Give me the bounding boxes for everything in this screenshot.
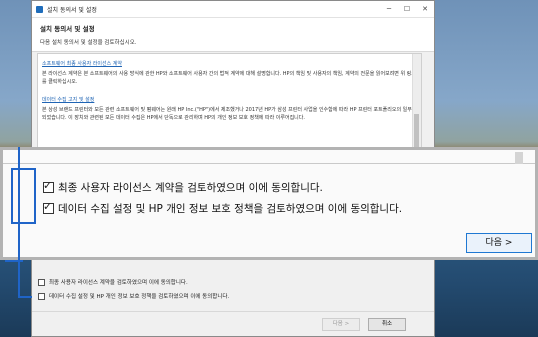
eula-description: 본 라이선스 계약은 본 소프트웨어의 사용 방식에 관한 HP와 소프트웨어 … — [42, 71, 416, 85]
app-icon — [36, 5, 43, 13]
eula-checkbox-small[interactable]: 최종 사용자 라이선스 계약을 검토하였으며 이에 동의합니다. — [38, 278, 229, 286]
next-button[interactable]: 다음 > — [466, 233, 532, 253]
checkbox-highlight — [11, 168, 36, 224]
data-collection-link[interactable]: 데이터 수집 고지 및 설정 — [42, 97, 94, 103]
window-title: 설치 동의서 및 설정 — [47, 6, 97, 14]
privacy-checkbox-small[interactable]: 데이터 수집 설정 및 HP 개인 정보 보호 정책을 검토하였으며 이에 동의… — [38, 292, 229, 300]
zoom-scroll-track — [3, 163, 535, 164]
callout-connector — [18, 147, 20, 297]
eula-checkbox-label: 최종 사용자 라이선스 계약을 검토하였으며 이에 동의합니다. — [49, 280, 188, 286]
eula-checkbox[interactable]: ✓ 최종 사용자 라이선스 계약을 검토하였으며 이에 동의합니다. — [43, 179, 323, 195]
checkbox-box[interactable] — [38, 292, 45, 300]
zoom-callout: ✓ 최종 사용자 라이선스 계약을 검토하였으며 이에 동의합니다. ✓ 데이터… — [0, 147, 538, 260]
privacy-checkbox-label: 데이터 수집 설정 및 HP 개인 정보 보호 정책을 검토하였으며 이에 동의… — [49, 294, 230, 300]
maximize-button[interactable]: ☐ — [398, 5, 416, 13]
data-collection-description: 본 상성 브랜드 프린터와 모든 관련 소프트웨어 및 펌웨어는 원래 HP I… — [42, 107, 417, 121]
header-panel: 설치 동의서 및 설정 다음 설치 동의서 및 설정을 검토하십시오. — [32, 18, 434, 52]
bottom-bar: 다음 > 취소 — [32, 311, 434, 336]
next-button-disabled[interactable]: 다음 > — [322, 318, 360, 331]
minimize-button[interactable]: ─ — [380, 5, 398, 13]
eula-link[interactable]: 소프트웨어 최종 사용자 라이선스 계약 — [42, 61, 122, 67]
check-icon: ✓ — [43, 179, 53, 192]
page-title: 설치 동의서 및 설정 — [40, 25, 95, 33]
zoom-scrollbar-thumb — [515, 152, 523, 164]
check-icon: ✓ — [43, 200, 53, 213]
privacy-checkbox[interactable]: ✓ 데이터 수집 설정 및 HP 개인 정보 보호 정책을 검토하였으며 이에 … — [43, 200, 403, 216]
title-bar: 설치 동의서 및 설정 ─ ☐ ✕ — [32, 1, 434, 18]
callout-connector — [5, 260, 23, 262]
privacy-checkbox-label-zoomed: 데이터 수집 설정 및 HP 개인 정보 보호 정책을 검토하였으며 이에 동의… — [58, 203, 403, 215]
privacy-checkbox-box[interactable]: ✓ — [43, 200, 54, 214]
page-subtitle: 다음 설치 동의서 및 설정을 검토하십시오. — [40, 40, 137, 46]
eula-checkbox-label-zoomed: 최종 사용자 라이선스 계약을 검토하였으며 이에 동의합니다. — [58, 182, 323, 194]
cancel-button[interactable]: 취소 — [368, 318, 406, 331]
eula-checkbox-box[interactable]: ✓ — [43, 179, 54, 193]
callout-connector — [18, 296, 32, 298]
close-button[interactable]: ✕ — [416, 5, 434, 13]
checkbox-box[interactable] — [38, 278, 45, 286]
